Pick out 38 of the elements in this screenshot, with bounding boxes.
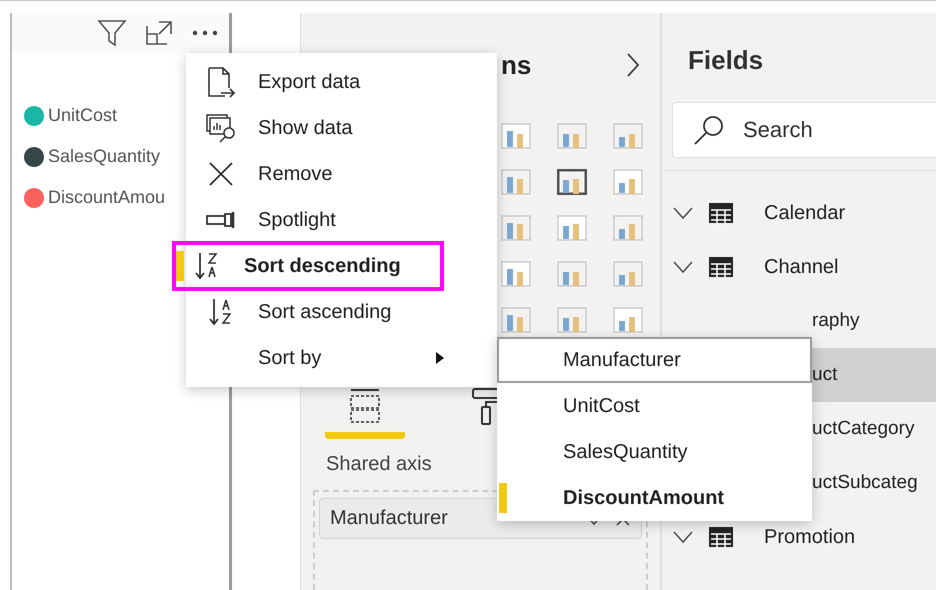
menu-item[interactable]: Sort descending bbox=[172, 241, 444, 291]
filter-icon[interactable] bbox=[97, 19, 127, 47]
table-icon bbox=[708, 256, 734, 278]
menu-item[interactable]: Spotlight bbox=[186, 197, 497, 243]
menu-item[interactable]: Sort ascending bbox=[186, 289, 497, 335]
chevron-down-icon[interactable] bbox=[672, 260, 694, 274]
menu-item[interactable]: Sort by bbox=[186, 335, 497, 381]
table-icon bbox=[708, 526, 734, 548]
pane-title: ns bbox=[501, 50, 532, 80]
menu-item[interactable]: Export data bbox=[186, 59, 497, 105]
legend-label: DiscountAmou bbox=[48, 187, 166, 208]
chart-type-icon[interactable] bbox=[557, 169, 587, 195]
table-icon bbox=[708, 202, 734, 224]
sort-ascending-icon bbox=[208, 297, 234, 327]
menu-item[interactable]: Manufacturer bbox=[497, 337, 812, 383]
more-options-icon[interactable] bbox=[191, 29, 219, 37]
search-field[interactable]: Search bbox=[672, 102, 936, 158]
menu-item[interactable]: Show data bbox=[186, 105, 497, 151]
document-arrow-icon bbox=[206, 66, 236, 98]
well-label: Shared axis bbox=[326, 453, 432, 476]
flashlight-icon bbox=[205, 211, 237, 229]
chevron-down-icon[interactable] bbox=[672, 206, 694, 220]
legend-label: SalesQuantity bbox=[48, 146, 160, 167]
menu-item[interactable]: Remove bbox=[186, 151, 497, 197]
table-search-icon bbox=[205, 113, 237, 143]
caret-icon bbox=[435, 351, 446, 365]
pane-title: Fields bbox=[687, 44, 764, 76]
legend-label: UnitCost bbox=[48, 105, 118, 126]
search-icon bbox=[692, 113, 726, 147]
chevron-down-icon[interactable] bbox=[672, 530, 694, 544]
menu-item[interactable]: SalesQuantity bbox=[497, 429, 812, 475]
chevron-right-icon[interactable] bbox=[626, 52, 640, 78]
menu-item[interactable]: UnitCost bbox=[497, 383, 812, 429]
focus-mode-icon[interactable] bbox=[145, 20, 173, 46]
close-icon bbox=[208, 161, 234, 187]
table-row[interactable]: Calendar bbox=[662, 186, 936, 240]
sort-descending-icon bbox=[194, 251, 220, 281]
table-row[interactable]: Channel bbox=[662, 240, 936, 294]
